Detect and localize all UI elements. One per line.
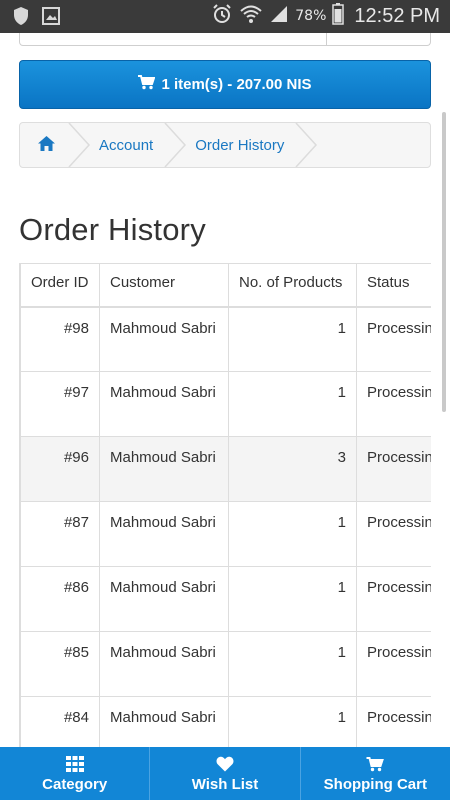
table-row[interactable]: #86 Mahmoud Sabri 1 Processing [20, 566, 431, 632]
breadcrumb-order-history[interactable]: Order History [173, 123, 318, 167]
cart-icon [366, 754, 385, 774]
status-cell: Processing [356, 371, 431, 437]
home-icon [38, 135, 55, 155]
status-cell: Processing [356, 566, 431, 632]
table-row[interactable]: #84 Mahmoud Sabri 1 Processing [20, 696, 431, 753]
status-cell: Processing [356, 306, 431, 372]
products-cell: 1 [228, 566, 357, 632]
shield-icon [12, 6, 30, 30]
customer-cell: Mahmoud Sabri [99, 371, 229, 437]
page-title: Order History [19, 212, 206, 247]
status-cell: Processing [356, 631, 431, 697]
order-id-cell: #84 [20, 696, 100, 753]
products-cell: 1 [228, 631, 357, 697]
column-header-order-id: Order ID [20, 263, 100, 308]
grid-icon [65, 754, 84, 774]
bottom-navigation: Category Wish List Shopping Cart [0, 747, 450, 800]
column-header-customer: Customer [99, 263, 229, 308]
breadcrumb: Account Order History [19, 122, 431, 168]
status-cell: Processing [356, 696, 431, 753]
customer-cell: Mahmoud Sabri [99, 696, 229, 753]
cart-summary-label: 1 item(s) - 207.00 NIS [161, 76, 312, 93]
customer-cell: Mahmoud Sabri [99, 501, 229, 567]
nav-shopping-cart-label: Shopping Cart [323, 776, 427, 793]
search-box[interactable] [19, 33, 431, 46]
order-id-cell: #97 [20, 371, 100, 437]
table-row[interactable]: #96 Mahmoud Sabri 3 Processing [20, 436, 431, 502]
page-scrollbar[interactable] [442, 112, 446, 412]
breadcrumb-separator [295, 123, 318, 167]
search-divider [326, 33, 327, 45]
battery-percent: 78% [295, 8, 327, 24]
products-cell: 3 [228, 436, 357, 502]
products-cell: 1 [228, 501, 357, 567]
order-id-cell: #98 [20, 306, 100, 372]
table-row[interactable]: #85 Mahmoud Sabri 1 Processing [20, 631, 431, 697]
battery-icon [332, 3, 345, 29]
order-id-cell: #86 [20, 566, 100, 632]
gallery-icon [42, 7, 60, 29]
breadcrumb-order-history-label: Order History [195, 136, 285, 154]
nav-shopping-cart[interactable]: Shopping Cart [301, 747, 450, 800]
nav-category[interactable]: Category [0, 747, 151, 800]
order-history-table[interactable]: Order ID Customer No. of Products Status… [19, 263, 431, 753]
table-row[interactable]: #87 Mahmoud Sabri 1 Processing [20, 501, 431, 567]
cart-icon [138, 75, 156, 94]
cart-summary-button[interactable]: 1 item(s) - 207.00 NIS [19, 60, 431, 109]
nav-wish-list[interactable]: Wish List [150, 747, 301, 800]
nav-wish-list-label: Wish List [191, 776, 259, 793]
order-id-cell: #85 [20, 631, 100, 697]
customer-cell: Mahmoud Sabri [99, 631, 229, 697]
signal-icon [269, 4, 289, 28]
products-cell: 1 [228, 371, 357, 437]
wifi-icon [239, 4, 263, 28]
table-row[interactable]: #97 Mahmoud Sabri 1 Processing [20, 371, 431, 437]
order-id-cell: #87 [20, 501, 100, 567]
status-cell: Processing [356, 501, 431, 567]
status-cell: Processing [356, 436, 431, 502]
breadcrumb-account-label: Account [99, 136, 154, 154]
table-row[interactable]: #98 Mahmoud Sabri 1 Processing [20, 306, 431, 372]
customer-cell: Mahmoud Sabri [99, 566, 229, 632]
products-cell: 1 [228, 306, 357, 372]
customer-cell: Mahmoud Sabri [99, 436, 229, 502]
table-header-row: Order ID Customer No. of Products Status [20, 263, 431, 308]
column-header-status: Status [356, 263, 431, 308]
breadcrumb-account[interactable]: Account [77, 123, 187, 167]
breadcrumb-home[interactable] [20, 123, 91, 167]
alarm-icon [211, 3, 233, 29]
column-header-products: No. of Products [228, 263, 357, 308]
clock: 12:52 PM [354, 4, 440, 27]
heart-icon [216, 754, 234, 774]
order-id-cell: #96 [20, 436, 100, 502]
nav-category-label: Category [42, 776, 108, 793]
customer-cell: Mahmoud Sabri [99, 306, 229, 372]
status-bar: 78% 12:52 PM [0, 0, 450, 33]
products-cell: 1 [228, 696, 357, 753]
